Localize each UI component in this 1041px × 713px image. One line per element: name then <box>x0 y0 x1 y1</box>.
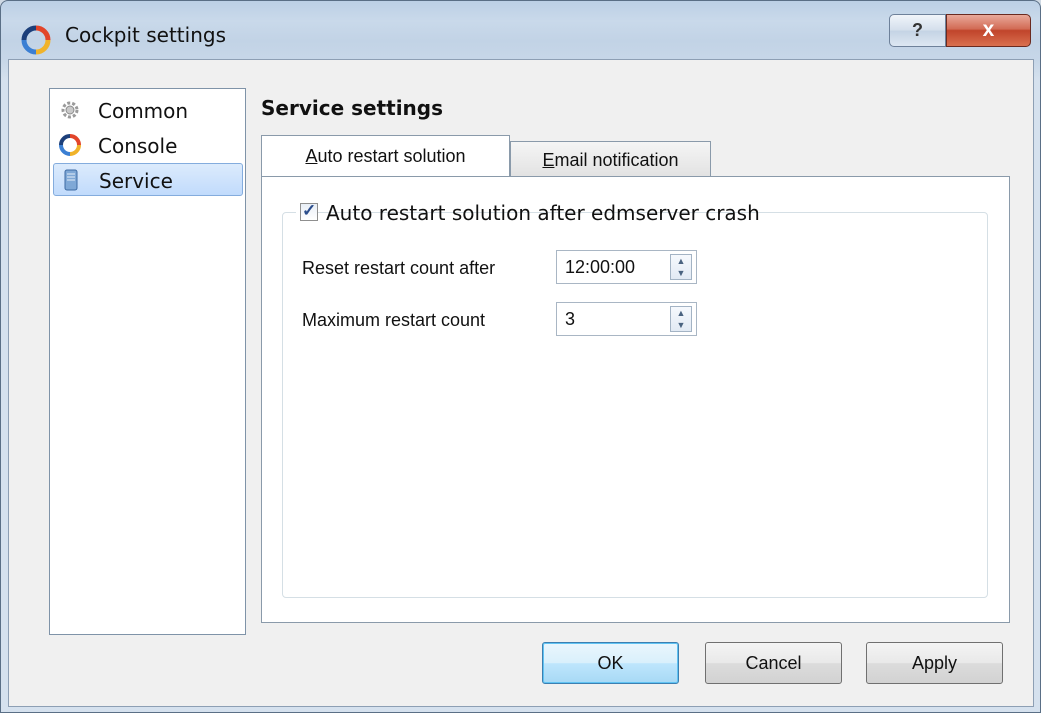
apply-button[interactable]: Apply <box>866 642 1003 684</box>
spin-up-icon[interactable]: ▲ <box>671 307 691 319</box>
dialog-client-area: Common Console Service Service settings … <box>8 59 1034 707</box>
sidebar-item-label: Service <box>99 169 173 193</box>
category-list[interactable]: Common Console Service <box>49 88 246 635</box>
sidebar-item-service[interactable]: Service <box>53 163 243 196</box>
spin-arrows[interactable]: ▲ ▼ <box>670 306 692 332</box>
reset-restart-label: Reset restart count after <box>302 258 496 278</box>
tab-label: uto restart solution <box>317 146 466 166</box>
tab-email-notification[interactable]: Email notification <box>510 141 711 179</box>
help-button[interactable]: ? <box>889 14 946 47</box>
settings-dialog: Cockpit settings ? x Common Console Serv… <box>0 0 1041 713</box>
tab-auto-restart[interactable]: Auto restart solution <box>261 135 510 179</box>
reset-restart-value[interactable]: 12:00:00 <box>565 257 635 278</box>
tab-label: mail notification <box>554 150 679 170</box>
cockpit-icon <box>59 134 81 156</box>
max-restart-spinbox[interactable]: 3 ▲ ▼ <box>556 302 697 336</box>
gear-icon <box>61 101 79 119</box>
tab-panel: Auto restart solution after edmserver cr… <box>261 176 1010 623</box>
max-restart-value[interactable]: 3 <box>565 309 575 330</box>
sidebar-item-console[interactable]: Console <box>53 129 243 162</box>
max-restart-label: Maximum restart count <box>302 310 486 330</box>
section-title: Service settings <box>261 96 444 120</box>
tab-mnemonic: E <box>542 150 555 170</box>
service-icon <box>64 169 78 191</box>
sidebar-item-common[interactable]: Common <box>53 94 243 127</box>
group-legend: Auto restart solution after edmserver cr… <box>296 201 760 225</box>
sidebar-item-label: Common <box>98 99 189 123</box>
close-button[interactable]: x <box>946 14 1031 47</box>
spin-down-icon[interactable]: ▼ <box>671 319 691 331</box>
auto-restart-checkbox[interactable] <box>300 201 318 221</box>
reset-restart-spinbox[interactable]: 12:00:00 ▲ ▼ <box>556 250 697 284</box>
cancel-button[interactable]: Cancel <box>705 642 842 684</box>
ok-button[interactable]: OK <box>542 642 679 684</box>
spin-arrows[interactable]: ▲ ▼ <box>670 254 692 280</box>
window-title: Cockpit settings <box>65 23 226 47</box>
cockpit-app-icon <box>21 25 51 55</box>
spin-down-icon[interactable]: ▼ <box>671 267 691 279</box>
checkbox-label[interactable]: Auto restart solution after edmserver cr… <box>326 201 760 225</box>
sidebar-item-label: Console <box>98 134 178 158</box>
tab-mnemonic: A <box>305 146 318 166</box>
spin-up-icon[interactable]: ▲ <box>671 255 691 267</box>
